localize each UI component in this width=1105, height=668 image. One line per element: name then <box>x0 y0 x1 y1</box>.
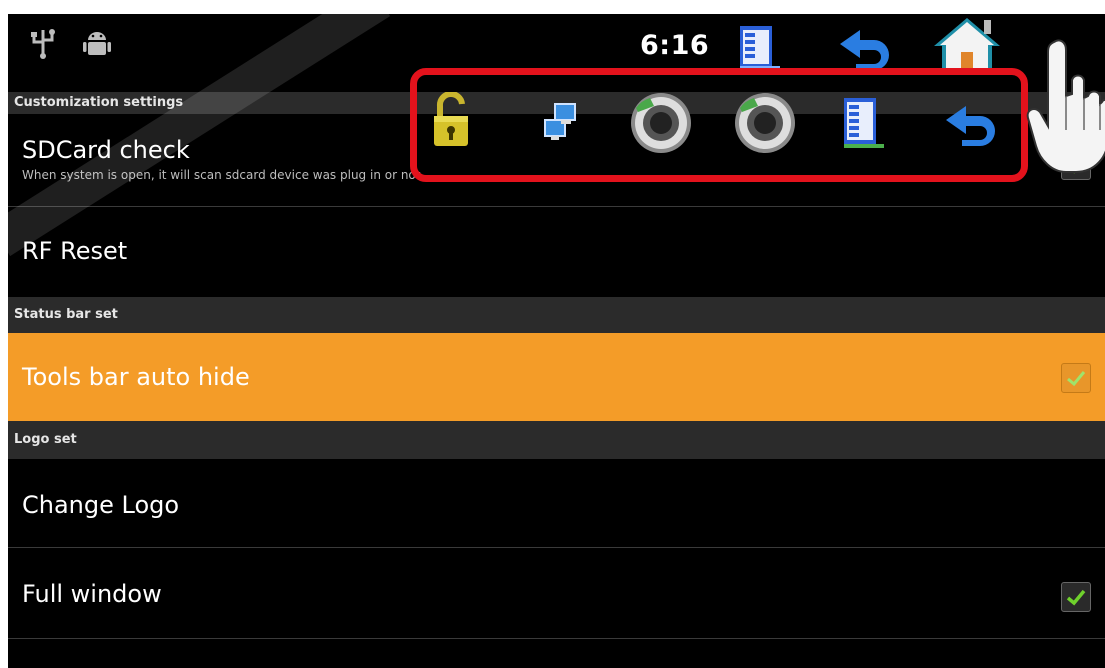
divider <box>8 638 1105 639</box>
settings-screen: 6:16 Customization settings SDCard check… <box>8 14 1105 668</box>
setting-title: Full window <box>22 580 162 608</box>
volume-down-icon[interactable] <box>628 90 694 160</box>
section-header-logo-set: Logo set <box>8 421 1105 459</box>
clock: 6:16 <box>640 30 710 61</box>
setting-full-window[interactable]: Full window <box>8 548 1105 638</box>
full-window-checkbox[interactable] <box>1061 582 1091 612</box>
volume-up-icon[interactable] <box>732 90 798 160</box>
section-header-status-bar-set: Status bar set <box>8 297 1105 333</box>
setting-title: Change Logo <box>22 491 180 519</box>
unlock-icon[interactable] <box>430 90 474 154</box>
quick-tools-popup <box>410 68 1028 182</box>
menu-list-icon[interactable] <box>838 94 886 156</box>
network-icon[interactable] <box>541 102 585 148</box>
setting-rf-reset[interactable]: RF Reset <box>8 207 1105 297</box>
pointer-hand-icon <box>1024 34 1105 178</box>
tools-bar-checkbox[interactable] <box>1061 363 1091 393</box>
usb-icon <box>30 26 56 64</box>
back-arrow-icon[interactable] <box>940 100 1004 152</box>
setting-change-logo[interactable]: Change Logo <box>8 459 1105 547</box>
setting-title: Tools bar auto hide <box>22 363 250 391</box>
android-icon <box>80 26 114 64</box>
setting-title: RF Reset <box>22 237 128 265</box>
setting-tools-bar-auto-hide[interactable]: Tools bar auto hide <box>8 333 1105 421</box>
